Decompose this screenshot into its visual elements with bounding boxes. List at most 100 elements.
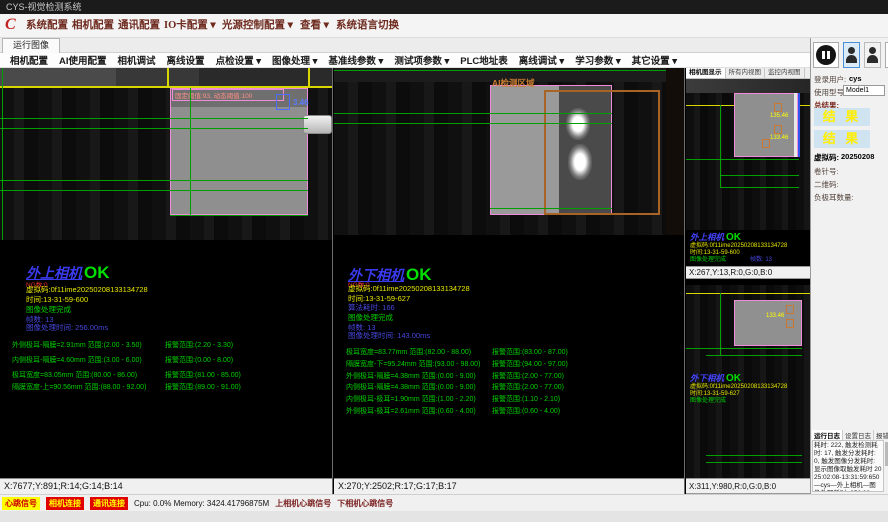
blue-measure-rect	[276, 94, 290, 110]
comm-link-badge: 通讯连接	[90, 497, 128, 510]
measurement-row: 外侧极耳-隔膜=4.38mm 范围:(0.00 - 9.00)	[346, 371, 476, 381]
blue-edge-line	[798, 93, 800, 157]
log-tab-error[interactable]: 报错日志	[874, 430, 888, 440]
log-tab-strip: 运行日志 设置日志 报错日志	[812, 430, 888, 440]
measure-label: 133.46	[770, 135, 788, 141]
green-measure-line	[0, 190, 308, 191]
green-measure-line	[686, 348, 802, 349]
machine-band	[686, 79, 810, 93]
model-select[interactable]: Model1	[843, 85, 885, 96]
menu-comm-config[interactable]: 通讯配置	[118, 14, 160, 38]
log-tab-setup[interactable]: 设置日志	[843, 430, 874, 440]
window-bottom-strip	[0, 511, 888, 522]
blue-measure-label: 3.46	[293, 98, 309, 107]
window-title: CYS-视觉检测系统	[6, 2, 82, 12]
process-done: 图像处理完成	[690, 398, 726, 405]
green-measure-vline	[190, 88, 191, 215]
orange-marker-rect	[786, 305, 794, 314]
process-time: 图像处理时间: 143.00ms	[348, 330, 430, 341]
menu-light-config[interactable]: 光源控制配置 ▾	[222, 14, 293, 38]
tool-image-process[interactable]: 图像处理 ▾	[272, 53, 317, 67]
alarm-range: 报警范围:(2.20 - 3.30)	[165, 340, 233, 350]
green-edge-vline	[2, 68, 3, 240]
alarm-range: 报警范围:(0.60 - 4.00)	[492, 406, 560, 416]
virtual-code: 虚拟码:0f11ime20250208133134728	[690, 243, 787, 250]
measurement-row: 内侧极耳-极耳=1.90mm 范围:(1.00 - 2.20)	[346, 394, 476, 404]
heartbeat-badge: 心跳信号	[2, 497, 40, 510]
login-user-value: cys	[849, 74, 862, 83]
preview-lower-image[interactable]: 133.46 外下相机OK 虚拟码:0f11ime202502081331347…	[686, 285, 810, 478]
app-logo-icon: C	[5, 16, 16, 34]
camera-lower-status: OK	[406, 265, 432, 285]
tab-run-image[interactable]: 运行图像	[2, 38, 60, 53]
app-window: CYS-视觉检测系统 C 系统配置 相机配置 通讯配置 IO卡配置 ▾ 光源控制…	[0, 0, 888, 522]
camera-view-lower: AI检测区域 外下相机OK NG数:0 虚拟码:0f11ime202502081…	[334, 68, 685, 494]
menu-language-switch[interactable]: 系统语言切换	[336, 14, 399, 38]
measurement-row: 外侧极耳-隔膜=2.91mm 范围:(2.00 - 3.50)	[12, 340, 142, 350]
green-measure-line	[720, 175, 799, 176]
log-content: 耗时: 222, 触发检测耗时: 17, 触发分发耗时: 0, 触发图像分发耗时…	[812, 440, 884, 492]
menu-camera-config[interactable]: 相机配置	[72, 14, 114, 38]
tool-baseline-params[interactable]: 基准线参数 ▾	[328, 53, 383, 67]
green-measure-line	[0, 118, 308, 119]
camera-lower-image[interactable]: AI检测区域	[334, 68, 684, 235]
green-measure-line	[720, 187, 799, 188]
camera-name: 外上相机OK	[690, 231, 741, 243]
menubar: C 系统配置 相机配置 通讯配置 IO卡配置 ▾ 光源控制配置 ▾ 查看 ▾ 系…	[0, 14, 888, 38]
green-measure-line	[706, 462, 802, 463]
green-measure-line	[0, 128, 308, 129]
tool-camera-config[interactable]: 相机配置	[10, 53, 48, 67]
camera-name: 外下相机OK	[690, 372, 741, 384]
menu-system-config[interactable]: 系统配置	[26, 14, 68, 38]
yellow-guide-vline	[167, 68, 169, 86]
tool-other-settings[interactable]: 其它设置 ▾	[632, 53, 677, 67]
preview-upper-image[interactable]: 135.46 133.46	[686, 79, 810, 230]
camera-name-text: 外下相机	[690, 373, 724, 383]
green-top-line	[334, 70, 684, 71]
preview-tab-camera-image[interactable]: 相机图显示	[686, 68, 726, 78]
tool-spotcheck[interactable]: 点检设置 ▾	[216, 53, 261, 67]
preview-column: 相机图显示 所有内视图 监控内视图 135.46 133.46 外上相机OK 虚…	[686, 68, 810, 494]
tool-offline-debug[interactable]: 离线调试 ▾	[519, 53, 564, 67]
virtual-code: 虚拟码:0f11ime20250208133134728	[690, 384, 787, 391]
tool-ai-config[interactable]: AI使用配置	[59, 53, 107, 67]
pause-button[interactable]	[813, 42, 839, 68]
alarm-range: 报警范围:(0.00 - 8.00)	[165, 355, 233, 365]
tool-learn-params[interactable]: 学习参数 ▾	[575, 53, 620, 67]
measure-label: 133.46	[766, 313, 784, 319]
preview-tab-all-views[interactable]: 所有内视图	[726, 68, 766, 78]
winding-pin-label: 卷针号:	[814, 166, 839, 177]
tool-offline-setting[interactable]: 离线设置	[167, 53, 205, 67]
process-done: 图像处理完成	[690, 257, 726, 264]
preview-upper-text: 外上相机OK 虚拟码:0f11ime20250208133134728 时间:1…	[686, 230, 810, 266]
pause-icon	[816, 45, 836, 65]
titlebar: CYS-视觉检测系统	[0, 0, 888, 14]
qrcode-label: 二维码:	[814, 179, 839, 190]
tool-camera-debug[interactable]: 相机调试	[118, 53, 156, 67]
alarm-range: 报警范围:(89.00 - 91.00)	[165, 382, 241, 392]
tool-test-params[interactable]: 测试项参数 ▾	[394, 53, 449, 67]
measurement-row: 极耳宽度=83.05mm 范围:(80.00 - 86.00)	[12, 370, 137, 380]
camera-upper-image[interactable]: 固定阈值:93, 动态阈值:100 3.46	[0, 68, 332, 240]
pixel-coordinates-bar: X:267,Y:13,R:0,G:0,B:0	[686, 266, 810, 279]
ai-detection-rect	[544, 90, 660, 215]
measurement-row: 极耳宽度=83.77mm 范围:(82.00 - 88.00)	[346, 347, 471, 357]
alarm-range: 报警范围:(1.10 - 2.10)	[492, 394, 560, 404]
log-tab-run[interactable]: 运行日志	[812, 430, 843, 440]
camera-status: OK	[726, 373, 741, 384]
statusbar: 心跳信号 相机连接 通讯连接 Cpu: 0.0% Memory: 3424.41…	[0, 494, 888, 511]
result-badge-lower: 结 果	[814, 130, 870, 148]
cell-white-edge	[794, 93, 797, 157]
menu-io-config[interactable]: IO卡配置 ▾	[164, 14, 216, 38]
tool-plc-table[interactable]: PLC地址表	[460, 53, 508, 67]
frame-count: 帧数: 13	[750, 257, 772, 264]
alarm-range: 报警范围:(81.00 - 85.00)	[165, 370, 241, 380]
current-user-button[interactable]	[843, 42, 860, 68]
menu-view[interactable]: 查看 ▾	[300, 14, 329, 38]
login-user-label: 登录用户:	[814, 74, 846, 85]
preview-tab-monitor-views[interactable]: 监控内视图	[765, 68, 805, 78]
green-measure-vline	[720, 105, 721, 187]
green-measure-line	[0, 180, 308, 181]
pixel-coordinates-bar: X:270;Y:2502;R:17;G:17;B:17	[334, 478, 684, 494]
switch-user-button[interactable]	[864, 42, 881, 68]
